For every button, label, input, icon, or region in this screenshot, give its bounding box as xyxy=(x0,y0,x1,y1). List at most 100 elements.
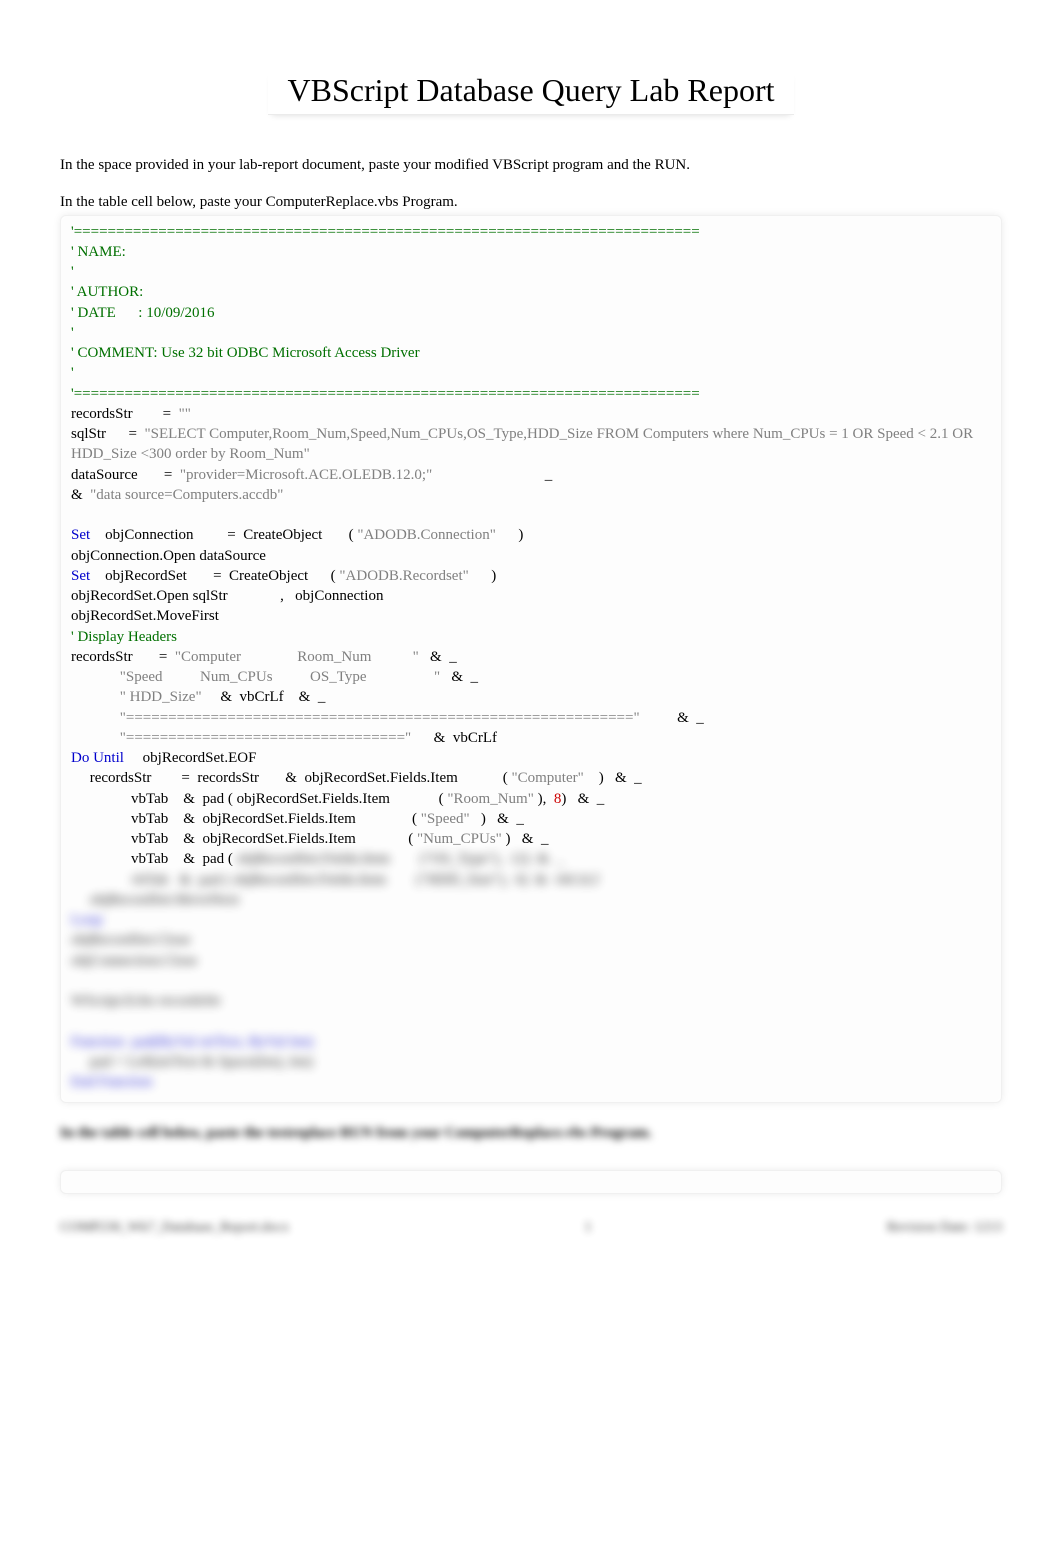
code-amp-1: & xyxy=(71,487,83,503)
page-title: VBScript Database Query Lab Report xyxy=(181,70,881,115)
code-objrs: objRecordSet xyxy=(105,568,187,584)
code-objconn: objConnection xyxy=(105,527,193,543)
code-comma-1: , xyxy=(280,588,284,604)
code-tick-2: ' xyxy=(71,325,74,341)
code-amp-5: & xyxy=(183,791,195,807)
code-underscore-1: _ xyxy=(545,467,553,483)
code-ampcont-7: & _ xyxy=(497,811,524,827)
code-vbcrlf-2: vbCrLf xyxy=(453,730,497,746)
code-rp-2: ) xyxy=(491,568,496,584)
code-name-label: ' NAME: xyxy=(71,244,126,260)
instruction-2: In the table cell below, paste the testr… xyxy=(60,1125,1002,1142)
code-lp-4: ( xyxy=(439,791,444,807)
code-rseof: objRecordSet.EOF xyxy=(143,750,257,766)
code-fieldsitem-2: objRecordSet.Fields.Item xyxy=(237,791,390,807)
code-rp-5: ) xyxy=(561,791,566,807)
code-fieldsitem-1: objRecordSet.Fields.Item xyxy=(304,770,457,786)
code-padopen-1: pad ( xyxy=(202,791,232,807)
code-recordsstr: recordsStr xyxy=(71,406,133,422)
blurred-code-area: objRecordSet.Fields.Item ("OS_Type"), 12… xyxy=(71,851,599,1090)
code-recordsstr-4: recordsStr xyxy=(197,770,259,786)
code-eq-3: = xyxy=(164,467,172,483)
code-sep2: "=================================" xyxy=(120,730,411,746)
code-amp-3: & xyxy=(434,730,446,746)
code-eq-1: = xyxy=(163,406,171,422)
code-comment-line: ' COMMENT: Use 32 bit ODBC Microsoft Acc… xyxy=(71,345,420,361)
code-lp-3: ( xyxy=(503,770,508,786)
code-vbtab-3: vbTab xyxy=(131,831,168,847)
code-rp-4: ) xyxy=(538,791,543,807)
code-eq-7: = xyxy=(181,770,189,786)
code-set-1: Set xyxy=(71,527,90,543)
code-vbcrlf-1: vbCrLf xyxy=(240,689,284,705)
code-ds-val1: "provider=Microsoft.ACE.OLEDB.12.0;" xyxy=(180,467,432,483)
code-amp-2: & xyxy=(220,689,232,705)
code-lp-2: ( xyxy=(331,568,336,584)
code-amp-7: & xyxy=(183,831,195,847)
code-rp-1: ) xyxy=(518,527,523,543)
code-dountil: Do Until xyxy=(71,750,124,766)
code-amp-8: & xyxy=(183,851,195,867)
code-hdr1: "Computer Room_Num " xyxy=(175,649,419,665)
code-createobj-2: CreateObject xyxy=(229,568,308,584)
code-eq-6: = xyxy=(159,649,167,665)
code-sqlstr-val: "SELECT Computer,Room_Num,Speed,Num_CPUs… xyxy=(71,426,977,462)
code-adodb-conn: "ADODB.Connection" xyxy=(357,527,496,543)
code-ampcont-1: & _ xyxy=(430,649,457,665)
code-fld-computer: "Computer" xyxy=(512,770,584,786)
code-fieldsitem-4: objRecordSet.Fields.Item xyxy=(202,831,355,847)
code-ampcont-5: & _ xyxy=(615,770,642,786)
code-lp-5: ( xyxy=(412,811,417,827)
code-bar-top: '=======================================… xyxy=(71,224,700,240)
footer-right: Revision Date: 1213 xyxy=(887,1220,1002,1236)
code-lp-6: ( xyxy=(408,831,413,847)
code-sep1: "=======================================… xyxy=(120,710,640,726)
code-rs-open: objRecordSet.Open sqlStr xyxy=(71,588,228,604)
code-set-2: Set xyxy=(71,568,90,584)
code-sqlstr: sqlStr xyxy=(71,426,106,442)
code-bar-bottom: '=======================================… xyxy=(71,386,700,402)
code-amp-4: & xyxy=(285,770,297,786)
code-recordsstr-3: recordsStr xyxy=(90,770,152,786)
code-createobj-1: CreateObject xyxy=(243,527,322,543)
code-rp-7: ) xyxy=(506,831,511,847)
code-eq-4: = xyxy=(227,527,235,543)
code-recordsstr-2: recordsStr xyxy=(71,649,133,665)
footer: COMP230_Wk7_Database_Report.docx 1 Revis… xyxy=(60,1220,1002,1236)
instruction-1: In the table cell below, paste your Comp… xyxy=(60,194,1002,211)
code-tick-3: ' xyxy=(71,365,74,381)
code-rp-3: ) xyxy=(599,770,604,786)
code-open-ds: objConnection.Open dataSource xyxy=(71,548,266,564)
code-amp-6: & xyxy=(183,811,195,827)
code-hdr3: " HDD_Size" xyxy=(120,689,202,705)
code-ampcont-4: & _ xyxy=(677,710,704,726)
code-vbtab-4: vbTab xyxy=(131,851,168,867)
intro-paragraph: In the space provided in your lab-report… xyxy=(60,155,1002,176)
code-eq-2: = xyxy=(129,426,137,442)
code-fld-numcpus: "Num_CPUs" xyxy=(417,831,502,847)
code-author-label: ' AUTHOR: xyxy=(71,284,143,300)
footer-left: COMP230_Wk7_Database_Report.docx xyxy=(60,1220,289,1236)
code-ds-val2: "data source=Computers.accdb" xyxy=(90,487,283,503)
code-ampcont-8: & _ xyxy=(522,831,549,847)
code-eq-5: = xyxy=(213,568,221,584)
code-date-line: ' DATE : 10/09/2016 xyxy=(71,305,215,321)
code-disp-headers: ' Display Headers xyxy=(71,629,177,645)
code-padopen-2: pad ( xyxy=(202,851,232,867)
code-fld-speed: "Speed" xyxy=(421,811,470,827)
code-rs-open-conn: objConnection xyxy=(295,588,383,604)
code-ampcont-3: & _ xyxy=(299,689,326,705)
code-fld-room: "Room_Num" xyxy=(447,791,533,807)
code-block-2 xyxy=(60,1170,1002,1194)
title-text: VBScript Database Query Lab Report xyxy=(268,70,795,115)
code-ampcont-6: & _ xyxy=(578,791,605,807)
code-vbtab-2: vbTab xyxy=(131,811,168,827)
code-tick-1: ' xyxy=(71,264,74,280)
code-ampcont-2: & _ xyxy=(451,669,478,685)
code-fieldsitem-3: objRecordSet.Fields.Item xyxy=(202,811,355,827)
code-empty-quotes: "" xyxy=(179,406,191,422)
code-lp-1: ( xyxy=(349,527,354,543)
code-hdr2: "Speed Num_CPUs OS_Type " xyxy=(120,669,440,685)
code-block-1: '=======================================… xyxy=(60,215,1002,1104)
code-adodb-rs: "ADODB.Recordset" xyxy=(339,568,468,584)
